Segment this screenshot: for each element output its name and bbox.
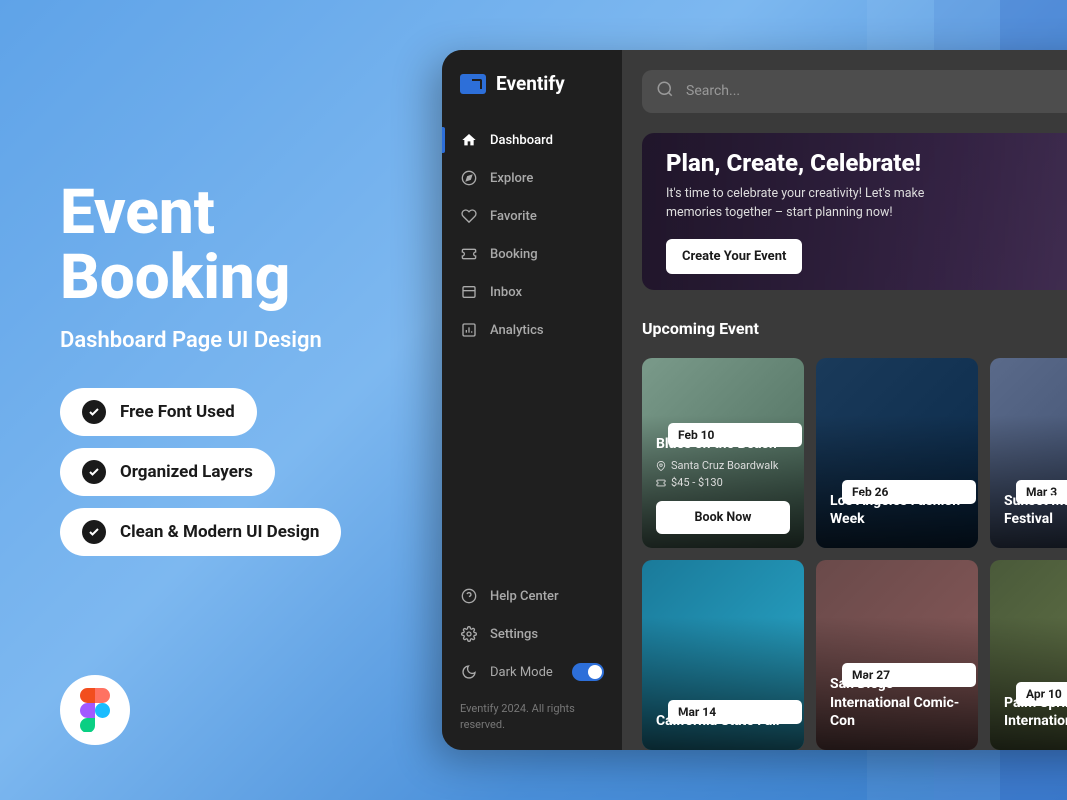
sidebar-item-booking[interactable]: Booking <box>442 235 622 273</box>
feature-pill: Clean & Modern UI Design <box>60 508 341 556</box>
feature-pill: Organized Layers <box>60 448 275 496</box>
nav-label: Analytics <box>490 323 544 338</box>
event-card[interactable]: Mar 27 San Diego International Comic-Con <box>816 560 978 750</box>
feature-label: Clean & Modern UI Design <box>120 522 319 542</box>
sidebar-item-inbox[interactable]: Inbox <box>442 273 622 311</box>
sidebar-item-explore[interactable]: Explore <box>442 159 622 197</box>
feature-label: Free Font Used <box>120 402 235 422</box>
promo-subtitle: Dashboard Page UI Design <box>60 328 341 353</box>
home-icon <box>460 131 478 149</box>
promo-title: EventBooking <box>60 180 341 310</box>
event-card[interactable]: Feb 26 Los Angeles Fashion Week <box>816 358 978 548</box>
event-title: Sunset Music Festival <box>1004 492 1067 528</box>
check-icon <box>82 460 106 484</box>
sidebar-bottom: Help Center Settings Dark Mode Eventify … <box>442 569 622 750</box>
feature-label: Organized Layers <box>120 462 253 482</box>
compass-icon <box>460 169 478 187</box>
nav-label: Explore <box>490 171 533 186</box>
ticket-logo-icon <box>460 74 486 94</box>
book-now-button[interactable]: Book Now <box>656 501 790 534</box>
main-nav: Dashboard Explore Favorite Booking Inbox… <box>442 113 622 357</box>
create-event-button[interactable]: Create Your Event <box>666 239 802 274</box>
heart-icon <box>460 207 478 225</box>
figma-logo-icon <box>60 675 130 745</box>
chart-icon <box>460 321 478 339</box>
moon-icon <box>460 663 478 681</box>
brand-logo[interactable]: Eventify <box>442 50 622 113</box>
check-icon <box>82 400 106 424</box>
nav-label: Inbox <box>490 285 522 300</box>
event-title: Los Angeles Fashion Week <box>830 492 964 528</box>
event-price: $45 - $130 <box>656 476 790 489</box>
main-content: Plan, Create, Celebrate! It's time to ce… <box>622 50 1067 750</box>
promo-panel: EventBooking Dashboard Page UI Design Fr… <box>60 180 341 568</box>
nav-label: Dashboard <box>490 133 553 148</box>
hero-body: It's time to celebrate your creativity! … <box>666 185 966 223</box>
copyright-text: Eventify 2024. All rights reserved. <box>442 691 622 732</box>
event-cards-row: Mar 14 California State Fair Mar 27 San … <box>622 560 1067 750</box>
sidebar-item-dashboard[interactable]: Dashboard <box>442 121 622 159</box>
event-location: Santa Cruz Boardwalk <box>656 459 790 472</box>
inbox-icon <box>460 283 478 301</box>
ticket-icon <box>460 245 478 263</box>
section-header: Upcoming Event All Category Da <box>622 290 1067 358</box>
app-window: Eventify Dashboard Explore Favorite Book… <box>442 50 1067 750</box>
sidebar: Eventify Dashboard Explore Favorite Book… <box>442 50 622 750</box>
help-icon <box>460 587 478 605</box>
search-icon <box>656 80 674 102</box>
feature-pill: Free Font Used <box>60 388 257 436</box>
event-card[interactable]: Apr 10 Palm Springs International Festiv… <box>990 560 1067 750</box>
nav-label: Help Center <box>490 589 559 604</box>
nav-label: Settings <box>490 627 538 642</box>
event-title: San Diego International Comic-Con <box>830 675 964 730</box>
event-cards-row: Feb 10 Blues on the Beach Santa Cruz Boa… <box>622 358 1067 548</box>
dark-mode-row: Dark Mode <box>442 653 622 691</box>
nav-label: Booking <box>490 247 538 262</box>
search-bar[interactable] <box>642 70 1067 113</box>
brand-name: Eventify <box>496 72 565 95</box>
event-title: Palm Springs International Festival <box>1004 694 1067 730</box>
sidebar-item-analytics[interactable]: Analytics <box>442 311 622 349</box>
event-card[interactable]: Feb 10 Blues on the Beach Santa Cruz Boa… <box>642 358 804 548</box>
sidebar-item-settings[interactable]: Settings <box>442 615 622 653</box>
gear-icon <box>460 625 478 643</box>
hero-banner: Plan, Create, Celebrate! It's time to ce… <box>642 133 1067 290</box>
search-input[interactable] <box>686 83 1067 99</box>
event-title: Blues on the Beach <box>656 435 790 453</box>
sidebar-item-help[interactable]: Help Center <box>442 577 622 615</box>
event-card[interactable]: Mar 14 California State Fair <box>642 560 804 750</box>
section-title: Upcoming Event <box>642 319 1067 338</box>
check-icon <box>82 520 106 544</box>
hero-title: Plan, Create, Celebrate! <box>666 149 1067 177</box>
sidebar-item-favorite[interactable]: Favorite <box>442 197 622 235</box>
event-title: California State Fair <box>656 712 790 730</box>
event-card[interactable]: Mar 3 Sunset Music Festival <box>990 358 1067 548</box>
dark-mode-toggle[interactable] <box>572 663 604 681</box>
dark-mode-label: Dark Mode <box>490 665 553 680</box>
nav-label: Favorite <box>490 209 537 224</box>
